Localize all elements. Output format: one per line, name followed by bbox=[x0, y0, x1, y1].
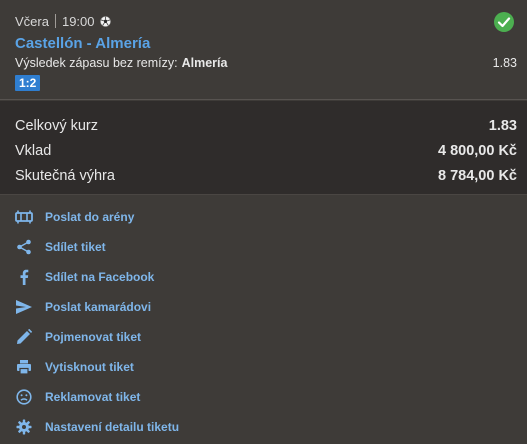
total-odds-label: Celkový kurz bbox=[15, 118, 98, 134]
action-label: Sdílet tiket bbox=[45, 240, 106, 254]
action-send-to-friend[interactable]: Poslat kamarádovi bbox=[0, 292, 527, 322]
bet-item: Včera 19:00 Castellón - Almería Výsledek… bbox=[0, 0, 527, 100]
share-icon bbox=[15, 238, 33, 256]
action-label: Poslat kamarádovi bbox=[45, 300, 152, 314]
action-label: Poslat do arény bbox=[45, 210, 135, 224]
action-ticket-detail-settings[interactable]: Nastavení detailu tiketu bbox=[0, 412, 527, 442]
ticket-summary: Celkový kurz 1.83 Vklad 4 800,00 Kč Skut… bbox=[0, 101, 527, 195]
market-row: Výsledek zápasu bez remízy: Almería 1.83 bbox=[15, 56, 517, 70]
selection-odds: 1.83 bbox=[492, 56, 517, 70]
action-share-ticket[interactable]: Sdílet tiket bbox=[0, 232, 527, 262]
printer-icon bbox=[15, 358, 33, 376]
action-name-ticket[interactable]: Pojmenovat tiket bbox=[0, 322, 527, 352]
send-icon bbox=[15, 298, 33, 316]
win-value: 8 784,00 Kč bbox=[437, 168, 517, 184]
soccer-ball-icon bbox=[99, 15, 111, 27]
bet-meta: Včera 19:00 bbox=[15, 13, 111, 29]
facebook-icon bbox=[15, 268, 33, 286]
action-label: Nastavení detailu tiketu bbox=[45, 420, 180, 434]
win-label: Skutečná výhra bbox=[15, 168, 115, 184]
action-label: Sdílet na Facebook bbox=[45, 270, 155, 284]
bet-time: 19:00 bbox=[61, 13, 95, 29]
gear-icon bbox=[15, 418, 33, 436]
arena-icon bbox=[15, 208, 33, 226]
win-row: Skutečná výhra 8 784,00 Kč bbox=[15, 167, 517, 185]
action-send-to-arena[interactable]: Poslat do arény bbox=[0, 202, 527, 232]
pencil-icon bbox=[15, 328, 33, 346]
total-odds-value: 1.83 bbox=[488, 118, 517, 134]
stake-label: Vklad bbox=[15, 143, 52, 159]
action-label: Pojmenovat tiket bbox=[45, 330, 142, 344]
check-circle-icon bbox=[493, 11, 515, 33]
stake-row: Vklad 4 800,00 Kč bbox=[15, 142, 517, 160]
match-title[interactable]: Castellón - Almería bbox=[15, 35, 150, 52]
action-share-facebook[interactable]: Sdílet na Facebook bbox=[0, 262, 527, 292]
bet-day: Včera bbox=[15, 13, 49, 29]
market-label: Výsledek zápasu bez remízy: bbox=[15, 56, 178, 70]
action-print-ticket[interactable]: Vytisknout tiket bbox=[0, 352, 527, 382]
total-odds-row: Celkový kurz 1.83 bbox=[15, 117, 517, 135]
meta-divider bbox=[54, 14, 56, 28]
score-badge: 1:2 bbox=[15, 75, 41, 91]
action-label: Reklamovat tiket bbox=[45, 390, 141, 404]
sad-face-icon bbox=[15, 388, 33, 406]
selection-name: Almería bbox=[181, 56, 228, 70]
action-complain-ticket[interactable]: Reklamovat tiket bbox=[0, 382, 527, 412]
stake-value: 4 800,00 Kč bbox=[437, 143, 517, 159]
action-label: Vytisknout tiket bbox=[45, 360, 134, 374]
